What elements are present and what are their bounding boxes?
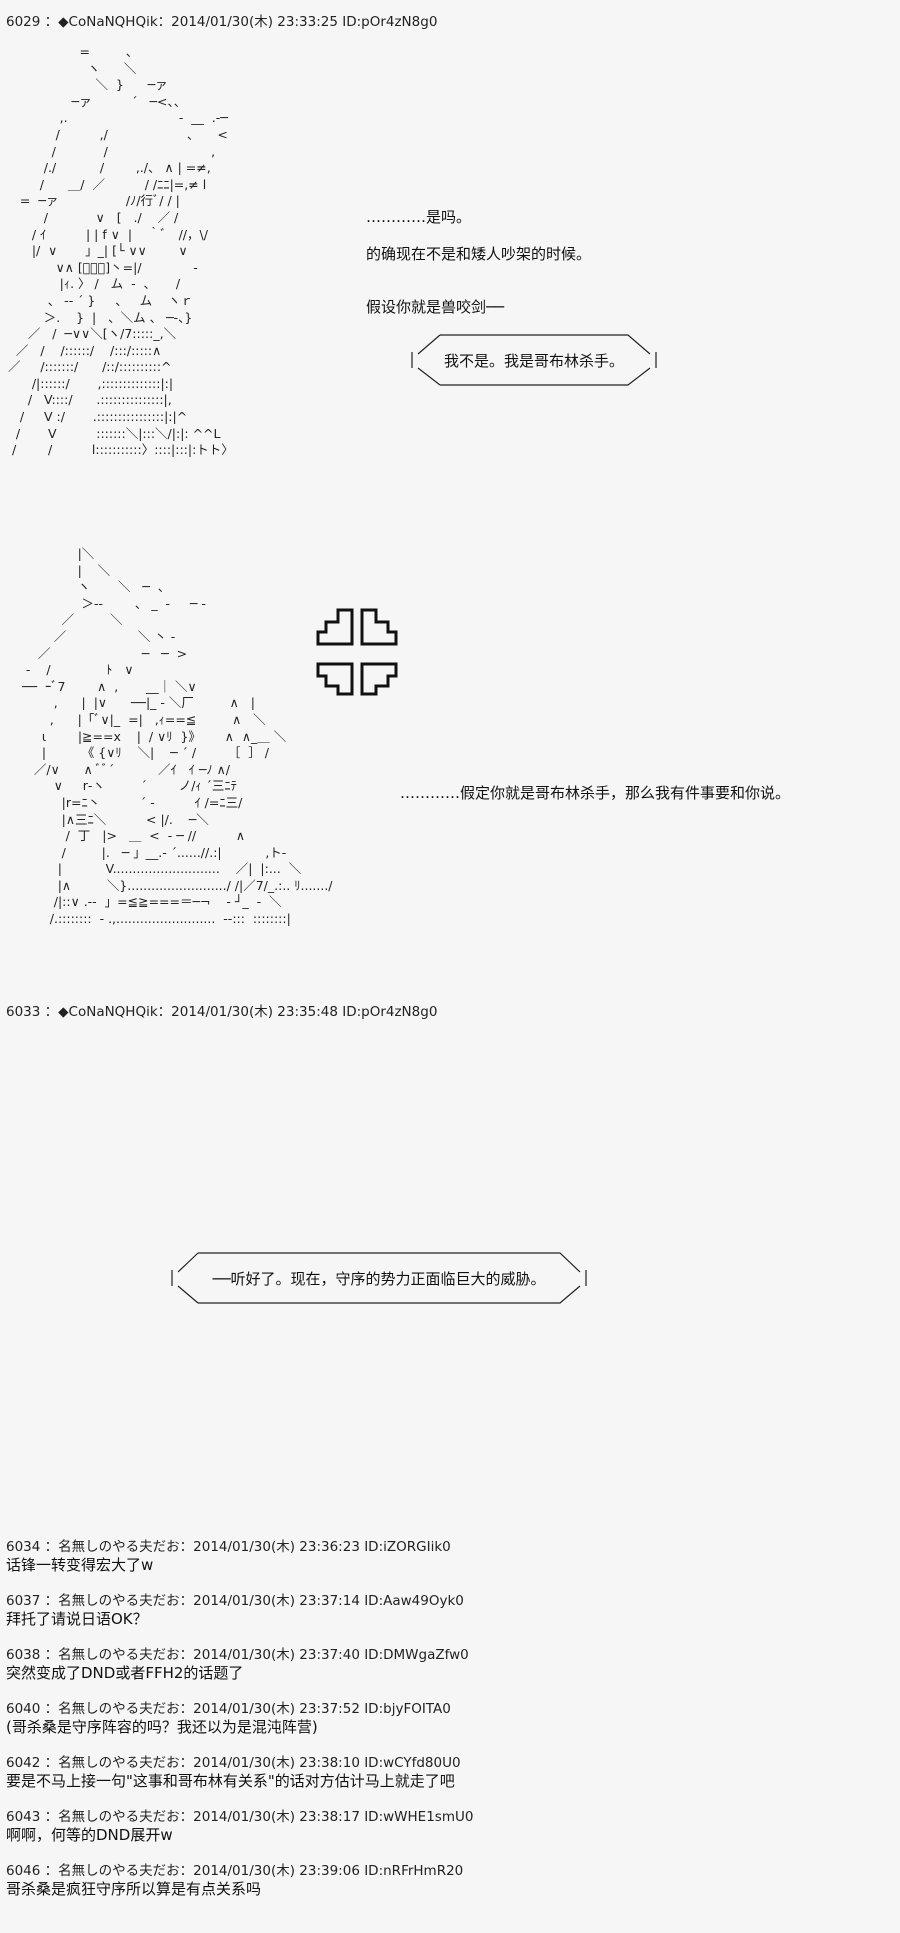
comment-body: 啊啊，何等的DND展开w <box>6 1826 173 1844</box>
comment-header: 6046 ：名無しのやる夫だお：2014/01/30(木) 23:39:06 I… <box>6 1863 464 1879</box>
post-header-6029: 6029 ：◆CoNaNQHQik：2014/01/30(木) 23:33:25… <box>6 14 438 30</box>
narration-line-2: 的确现在不是和矮人吵架的时候。 <box>366 245 592 263</box>
ascii-art-goblin-slayer: = 、 ヽ ＼ ＼ } ─ァ ─ァ ´ ─<、、 ,. - __ .-─ / ,… <box>7 44 234 458</box>
comment-header: 6038 ：名無しのやる夫だお：2014/01/30(木) 23:37:40 I… <box>6 1647 469 1663</box>
ascii-art-dwarf: |＼ | ＼ ヽ ＼ ─ 、 ＞‐‐ 、 _ ‐ ─ - ／ ＼ ／ ＼ 丶 ‐… <box>21 546 333 927</box>
comment-item: 6043 ：名無しのやる夫だお：2014/01/30(木) 23:38:17 I… <box>6 1808 886 1845</box>
comment-body: 拜托了请说日语OK？ <box>6 1610 148 1628</box>
comment-item: 6034 ：名無しのやる夫だお：2014/01/30(木) 23:36:23 I… <box>6 1538 886 1575</box>
comment-body: 话锋一转变得宏大了w <box>6 1556 154 1574</box>
comment-body: (哥杀桑是守序阵容的吗？我还以为是混沌阵营) <box>6 1718 318 1736</box>
narration-line-1: …………是吗。 <box>366 208 472 226</box>
comment-header: 6043 ：名無しのやる夫だお：2014/01/30(木) 23:38:17 I… <box>6 1809 474 1825</box>
comment-body: 要是不马上接一句"这事和哥布林有关系"的话对方估计马上就走了吧 <box>6 1772 455 1790</box>
speech-bubble-2-text: ──听好了。现在，守序的势力正面临巨大的威胁。 <box>212 1269 546 1288</box>
narration-line-4: …………假定你就是哥布林杀手，那么我有件事要和你说。 <box>400 784 791 802</box>
comment-body: 突然变成了DND或者FFH2的话题了 <box>6 1664 244 1682</box>
speech-bubble-2: ──听好了。现在，守序的势力正面临巨大的威胁。 <box>170 1252 588 1304</box>
comment-item: 6037 ：名無しのやる夫だお：2014/01/30(木) 23:37:14 I… <box>6 1592 886 1629</box>
comment-item: 6038 ：名無しのやる夫だお：2014/01/30(木) 23:37:40 I… <box>6 1646 886 1683</box>
comment-header: 6042 ：名無しのやる夫だお：2014/01/30(木) 23:38:10 I… <box>6 1755 461 1771</box>
narration-line-3: 假设你就是兽咬剑── <box>366 298 505 316</box>
comment-list: 6034 ：名無しのやる夫だお：2014/01/30(木) 23:36:23 I… <box>6 1538 886 1916</box>
thread-page: 6029 ：◆CoNaNQHQik：2014/01/30(木) 23:33:25… <box>0 0 900 1933</box>
comment-item: 6046 ：名無しのやる夫だお：2014/01/30(木) 23:39:06 I… <box>6 1862 886 1899</box>
speech-bubble-1-text: 我不是。我是哥布林杀手。 <box>443 351 624 370</box>
speech-bubble-1: 我不是。我是哥布林杀手。 <box>410 334 658 386</box>
post-header-6033: 6033 ：◆CoNaNQHQik：2014/01/30(木) 23:35:48… <box>6 1004 438 1020</box>
comment-item: 6042 ：名無しのやる夫だお：2014/01/30(木) 23:38:10 I… <box>6 1754 886 1791</box>
comment-header: 6040 ：名無しのやる夫だお：2014/01/30(木) 23:37:52 I… <box>6 1701 451 1717</box>
comment-header: 6034 ：名無しのやる夫だお：2014/01/30(木) 23:36:23 I… <box>6 1539 451 1555</box>
comment-item: 6040 ：名無しのやる夫だお：2014/01/30(木) 23:37:52 I… <box>6 1700 886 1737</box>
comment-header: 6037 ：名無しのやる夫だお：2014/01/30(木) 23:37:14 I… <box>6 1593 464 1609</box>
comment-body: 哥杀桑是疯狂守序所以算是有点关系吗 <box>6 1880 262 1898</box>
anger-mark-icon <box>316 608 398 696</box>
